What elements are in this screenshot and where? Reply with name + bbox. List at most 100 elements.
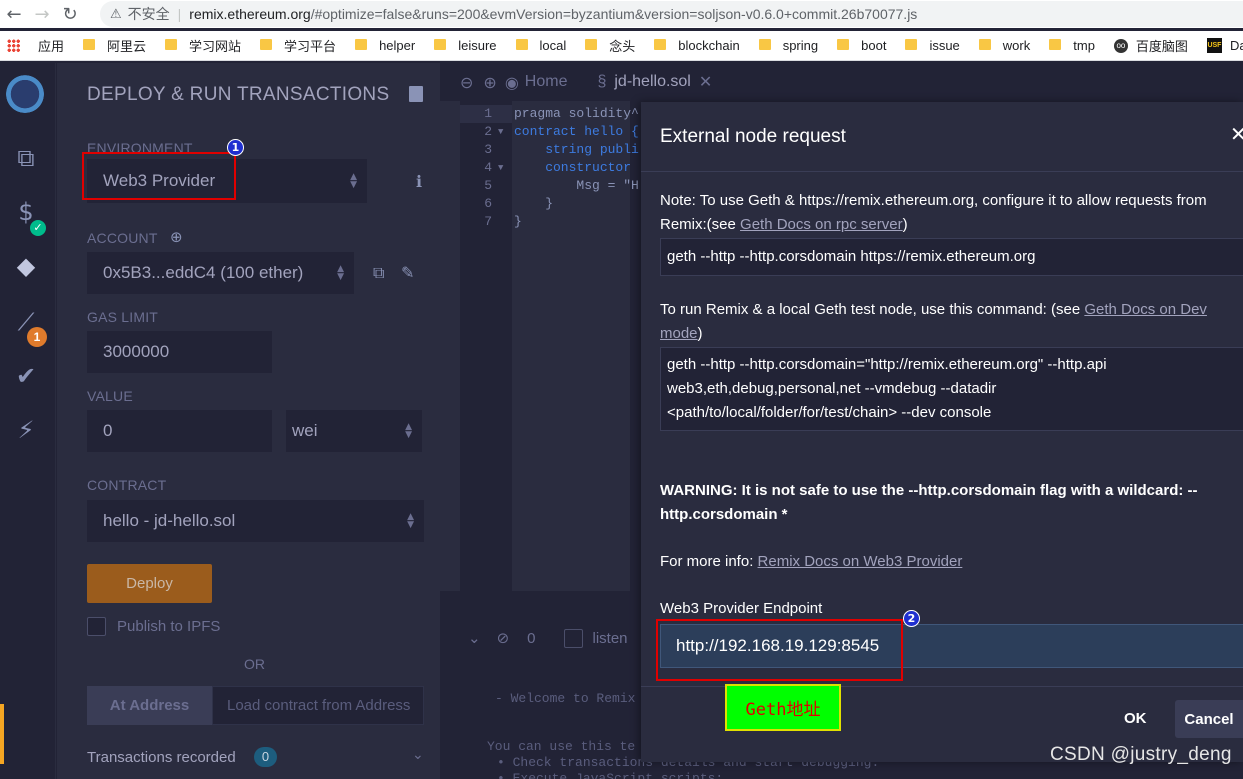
bookmark-folder[interactable]: spring	[758, 38, 818, 53]
listen-checkbox[interactable]	[563, 628, 583, 648]
bookmark-folder[interactable]: 学习网站	[165, 36, 241, 55]
bookmark-folder[interactable]: issue	[905, 38, 960, 53]
code-line: pragma solidity^	[514, 106, 639, 121]
code-editor[interactable]: 1 2 3 4 5 6 7 ▼ ▼ pragma solidity^ contr…	[440, 101, 639, 591]
panel-title: DEPLOY & RUN TRANSACTIONS	[87, 84, 390, 105]
folder-icon	[83, 39, 96, 50]
terminal-text: • Execute JavaScript scripts:	[497, 771, 724, 779]
deploy-button[interactable]: Deploy	[87, 564, 212, 603]
account-value: 0x5B3...eddC4 (100 ether)	[103, 263, 304, 282]
deploy-run-icon[interactable]: ◆	[11, 251, 41, 281]
bookmark-label: leisure	[458, 38, 497, 53]
bookmark-folder[interactable]: tmp	[1049, 38, 1095, 53]
tab-jd-hello[interactable]: § jd-hello.sol ✕	[597, 72, 712, 92]
terminal-pending-count: 0	[527, 629, 536, 647]
clear-terminal-icon[interactable]: ⊘	[497, 629, 510, 647]
highlight-box-environment	[82, 152, 236, 200]
apps-grid-icon	[7, 39, 20, 52]
geth-dev-docs-link[interactable]: Geth Docs on Dev	[1084, 301, 1207, 318]
bookmark-apps[interactable]: 应用	[7, 36, 64, 55]
info-icon[interactable]: ℹ	[416, 172, 422, 191]
browser-address-bar: ← → ↻ ⚠ 不安全 | remix.ethereum.org /#optim…	[0, 0, 1243, 28]
transactions-recorded-label: Transactions recorded	[87, 749, 236, 766]
line-number: 4	[484, 160, 492, 175]
gas-limit-input[interactable]: 3000000	[87, 331, 272, 373]
bookmark-folder[interactable]: leisure	[434, 38, 497, 53]
cors-command-box[interactable]: geth --http --http.corsdomain https://re…	[660, 238, 1243, 276]
warning-icon[interactable]: ⚠	[110, 7, 122, 22]
account-select[interactable]: 0x5B3...eddC4 (100 ether) ▲ ▼	[87, 252, 354, 294]
folder-icon	[585, 39, 598, 50]
file-explorer-icon[interactable]: ⧉	[11, 143, 41, 173]
contract-select[interactable]: hello - jd-hello.sol ▲ ▼	[87, 500, 424, 542]
notification-badge: 1	[27, 327, 47, 347]
value-input[interactable]: 0	[87, 410, 272, 452]
collapse-terminal-icon[interactable]: ⌄	[468, 629, 481, 647]
ok-button[interactable]: OK	[1124, 710, 1147, 727]
contract-label: CONTRACT	[87, 477, 167, 493]
bookmark-label: issue	[929, 38, 960, 53]
remix-logo-icon[interactable]	[4, 71, 46, 113]
home-icon: ◉	[504, 72, 519, 92]
note-text: Note: To use Geth & https://remix.ethere…	[660, 189, 1207, 237]
bookmark-folder[interactable]: work	[978, 38, 1030, 53]
geth-dev-docs-link-cont[interactable]: mode	[660, 325, 698, 342]
zoom-out-icon[interactable]: ⊖	[460, 73, 473, 92]
at-address-input[interactable]: Load contract from Address	[212, 686, 424, 725]
copy-icon[interactable]: ⧉	[373, 263, 384, 283]
folder-icon	[978, 39, 991, 50]
code-line: constructor	[514, 160, 632, 175]
insecure-label[interactable]: 不安全	[128, 4, 170, 24]
geth-rpc-docs-link[interactable]: Geth Docs on rpc server	[740, 216, 903, 233]
transactions-count-badge: 0	[254, 747, 277, 767]
bookmark-label: helper	[379, 38, 416, 53]
warning-line: WARNING: It is not safe to use the --htt…	[660, 482, 1198, 499]
bookmark-label: 念头	[609, 39, 636, 54]
edit-icon[interactable]: ✎	[401, 263, 414, 282]
modal-title: External node request	[660, 126, 846, 147]
documentation-icon[interactable]	[409, 86, 423, 102]
close-tab-icon[interactable]: ✕	[699, 72, 712, 92]
at-address-button[interactable]: At Address	[87, 686, 212, 725]
remix-docs-link[interactable]: Remix Docs on Web3 Provider	[758, 553, 963, 570]
plugin-manager-icon[interactable]: ⚡	[11, 415, 41, 445]
verify-check-icon[interactable]: ✔	[11, 361, 41, 391]
bookmark-label: blockchain	[678, 38, 740, 53]
value-unit-select[interactable]: wei ▲ ▼	[286, 410, 422, 452]
terminal-text: You can use this te	[487, 739, 636, 754]
select-arrows-icon: ▲ ▼	[405, 422, 412, 440]
bookmark-label: 阿里云	[107, 39, 147, 54]
file-tab-label: jd-hello.sol	[614, 73, 691, 90]
tab-home[interactable]: Home	[525, 73, 568, 91]
url-input[interactable]: ⚠ 不安全 | remix.ethereum.org /#optimize=fa…	[100, 1, 1243, 27]
back-arrow-icon[interactable]: ←	[0, 4, 28, 25]
bookmark-folder[interactable]: local	[515, 38, 566, 53]
bookmark-folder[interactable]: boot	[837, 38, 886, 53]
dev-command-box[interactable]: geth --http --http.corsdomain="http://re…	[660, 347, 1243, 431]
bookmark-data-structures[interactable]: USF Data Structu	[1206, 38, 1243, 53]
editor-tabbar: ⊖ ⊕ ◉ Home § jd-hello.sol ✕	[440, 63, 1243, 101]
bookmark-folder[interactable]: 念头	[585, 36, 635, 55]
forward-arrow-icon[interactable]: →	[28, 4, 56, 25]
terminal-welcome: - Welcome to Remix	[495, 691, 636, 706]
bookmark-folder[interactable]: 学习平台	[260, 36, 336, 55]
close-icon[interactable]: ✕	[1230, 122, 1243, 146]
add-account-icon[interactable]: ⊕	[170, 228, 183, 246]
reload-icon[interactable]: ↻	[56, 4, 84, 25]
chevron-down-icon[interactable]: ⌄	[412, 747, 424, 763]
bookmark-folder[interactable]: 阿里云	[83, 36, 146, 55]
gas-limit-label: GAS LIMIT	[87, 309, 159, 325]
folder-icon	[165, 39, 178, 50]
cancel-button[interactable]: Cancel	[1175, 700, 1243, 738]
bookmark-label: 学习平台	[284, 39, 337, 54]
publish-ipfs-checkbox[interactable]	[87, 617, 106, 636]
listen-label: listen	[592, 629, 628, 647]
bookmark-folder[interactable]: helper	[355, 38, 415, 53]
fold-arrow-icon[interactable]: ▼	[498, 127, 503, 137]
solidity-file-icon: §	[597, 73, 607, 90]
zoom-in-icon[interactable]: ⊕	[483, 73, 496, 92]
fold-arrow-icon[interactable]: ▼	[498, 163, 503, 173]
highlight-box-endpoint	[656, 619, 903, 681]
bookmark-baidu-mindmap[interactable]: oo 百度脑图	[1113, 36, 1188, 55]
bookmark-folder[interactable]: blockchain	[654, 38, 740, 53]
